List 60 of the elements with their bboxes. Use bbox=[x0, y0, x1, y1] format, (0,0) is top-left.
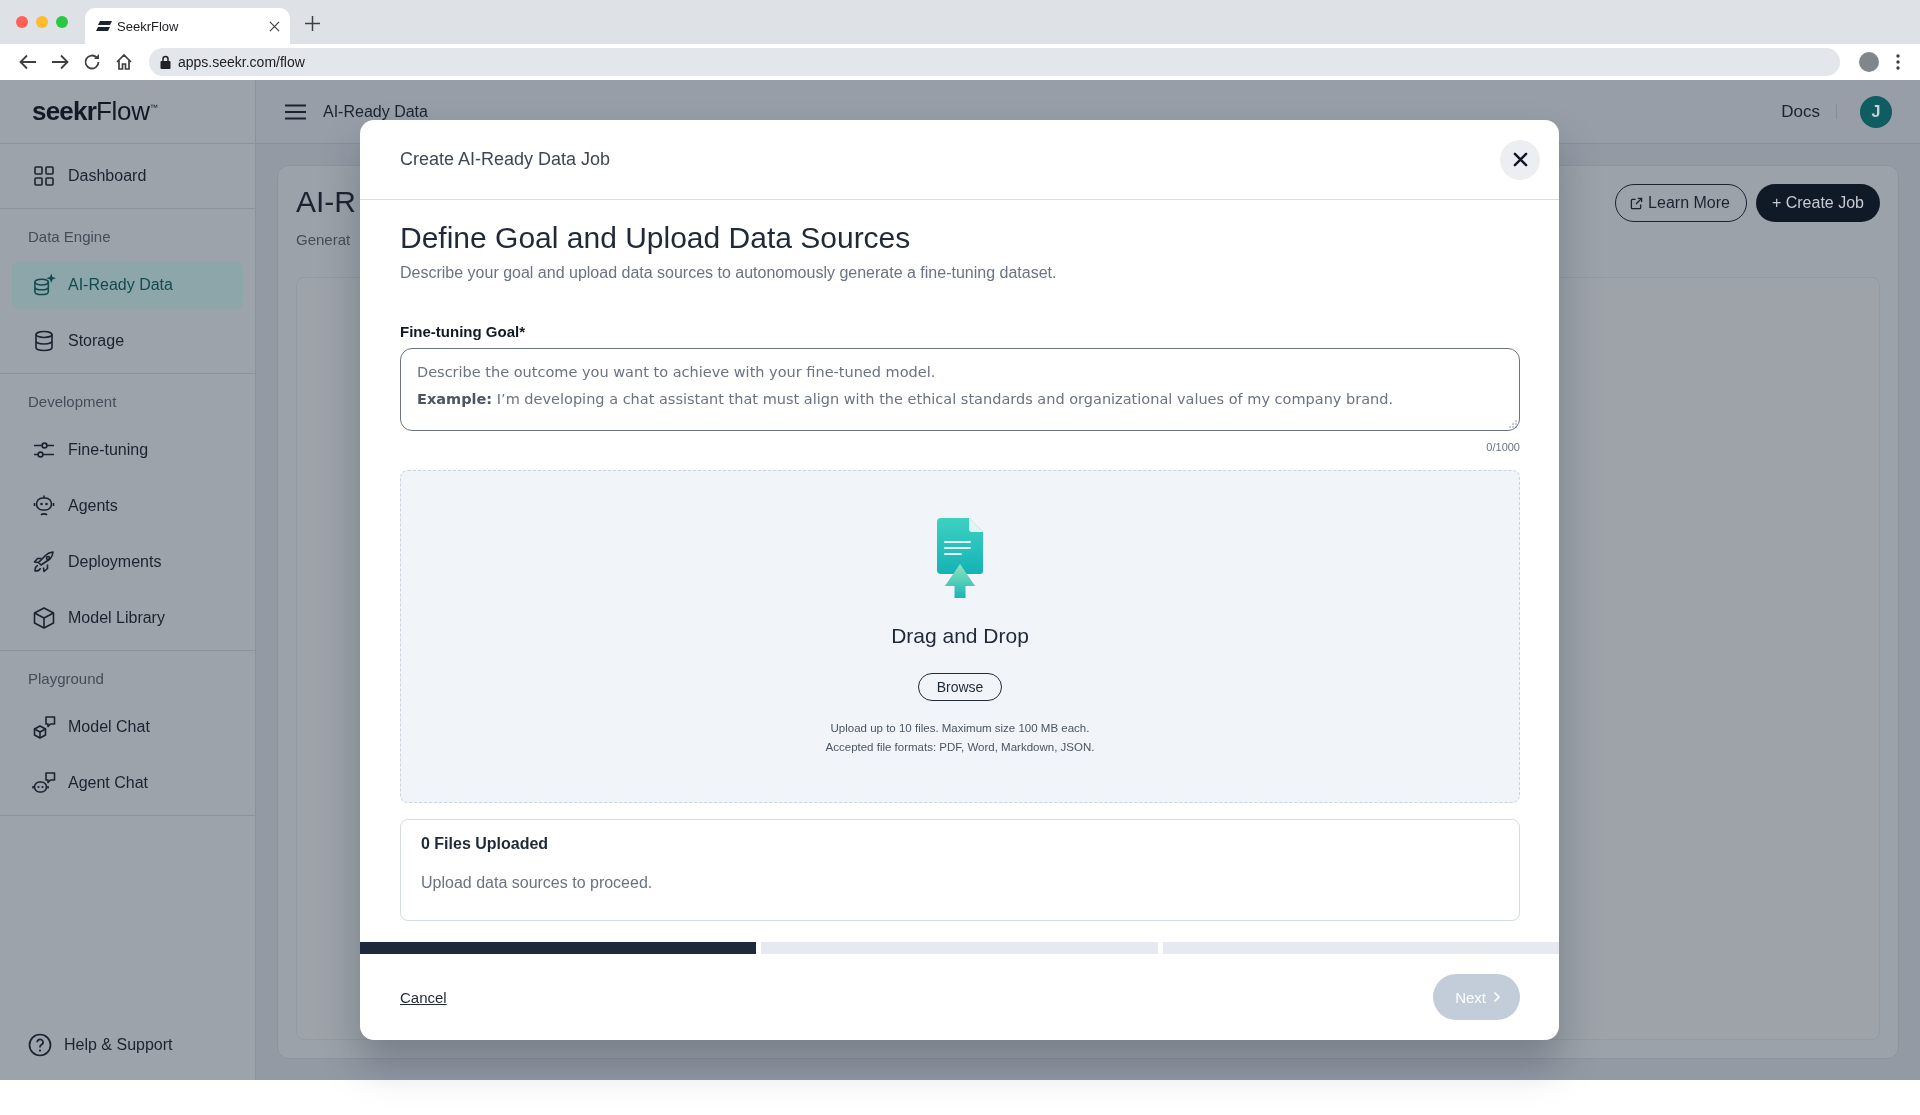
back-icon[interactable] bbox=[19, 53, 37, 71]
profile-icon[interactable] bbox=[1859, 52, 1879, 72]
browser-tab[interactable]: SeekrFlow bbox=[85, 8, 290, 44]
address-bar[interactable]: apps.seekr.com/flow bbox=[149, 48, 1840, 76]
database-icon bbox=[32, 329, 56, 353]
close-icon bbox=[1512, 152, 1528, 167]
drop-title: Drag and Drop bbox=[891, 623, 1029, 649]
robot-chat-icon bbox=[32, 771, 56, 795]
sidebar-item[interactable]: Deployments bbox=[12, 538, 243, 586]
chevron-right-icon bbox=[1493, 991, 1501, 1003]
sidebar-item[interactable]: AI-Ready Data bbox=[12, 261, 243, 309]
user-avatar[interactable]: J bbox=[1860, 95, 1892, 128]
section-heading: Playground bbox=[27, 669, 105, 689]
section-heading: Data Engine bbox=[27, 227, 112, 247]
sidebar-item[interactable]: Model Chat bbox=[12, 703, 243, 751]
page-heading: AI-R bbox=[296, 184, 356, 220]
help-icon bbox=[28, 1033, 52, 1057]
sidebar-item[interactable]: Agents bbox=[12, 482, 243, 530]
more-icon[interactable] bbox=[1896, 54, 1900, 70]
external-link-icon bbox=[1630, 196, 1644, 210]
files-count: 0 Files Uploaded bbox=[421, 834, 550, 854]
new-tab-icon[interactable] bbox=[305, 16, 320, 31]
cube-chat-icon bbox=[32, 715, 56, 739]
database-sparkle-icon bbox=[32, 273, 56, 297]
goal-textarea[interactable]: Describe the outcome you want to achieve with your fine-tuned model. Example: I’m developing a chat assistant that must align with the ethical standards and organizational values of my company brand. bbox=[400, 348, 1520, 431]
cancel-link[interactable]: Cancel bbox=[400, 988, 447, 1006]
section-heading: Development bbox=[27, 392, 118, 412]
menu-icon[interactable] bbox=[285, 103, 306, 120]
step-heading: Define Goal and Upload Data Sources bbox=[400, 220, 912, 256]
help-link[interactable]: Help & Support bbox=[16, 1025, 185, 1065]
upload-hint: Upload up to 10 files. Maximum size 100 MB each. Accepted file formats: PDF, Word, Markdown, JSON. bbox=[825, 721, 1095, 755]
logo-icon bbox=[96, 21, 112, 31]
char-counter: 0/1000 bbox=[1485, 440, 1520, 454]
docs-link[interactable]: Docs bbox=[1781, 101, 1820, 122]
sidebar-item[interactable]: Storage bbox=[12, 317, 243, 365]
sidebar-item[interactable]: Fine-tuning bbox=[12, 426, 243, 474]
upload-file-icon bbox=[937, 518, 983, 598]
close-button[interactable] bbox=[1500, 139, 1540, 180]
cube-icon bbox=[32, 606, 56, 630]
sidebar-item[interactable]: Agent Chat bbox=[12, 759, 243, 807]
dialog-title: Create AI-Ready Data Job bbox=[400, 149, 611, 170]
reload-icon[interactable] bbox=[83, 53, 101, 71]
sidebar-item[interactable]: Model Library bbox=[12, 594, 243, 642]
page-subtitle: Generat bbox=[296, 230, 352, 250]
resize-grip-icon[interactable] bbox=[1509, 420, 1517, 428]
forward-icon[interactable] bbox=[51, 53, 69, 71]
lock-icon bbox=[160, 55, 171, 69]
grid-icon bbox=[32, 164, 56, 188]
home-icon[interactable] bbox=[115, 53, 133, 71]
field-label: Fine-tuning Goal* bbox=[400, 322, 526, 342]
logo[interactable]: seekrFlow$^{™}$ bbox=[32, 96, 158, 127]
sidebar-item[interactable]: Dashboard bbox=[12, 152, 243, 200]
drop-zone[interactable]: Drag and Drop Browse Upload up to 10 files. Maximum size 100 MB each. Accepted file formats: PDF, Word, Markdown, JSON. bbox=[400, 470, 1520, 803]
header-title: AI-Ready Data bbox=[323, 102, 428, 121]
files-message: Upload data sources to proceed. bbox=[421, 873, 654, 893]
rocket-icon bbox=[32, 550, 56, 574]
close-tab-icon[interactable] bbox=[269, 20, 280, 32]
robot-icon bbox=[32, 494, 56, 518]
step-description: Describe your goal and upload data sources to autonomously generate a fine-tuning dataset. bbox=[400, 263, 1058, 283]
primary-button[interactable]: + Create Job bbox=[1755, 184, 1880, 222]
